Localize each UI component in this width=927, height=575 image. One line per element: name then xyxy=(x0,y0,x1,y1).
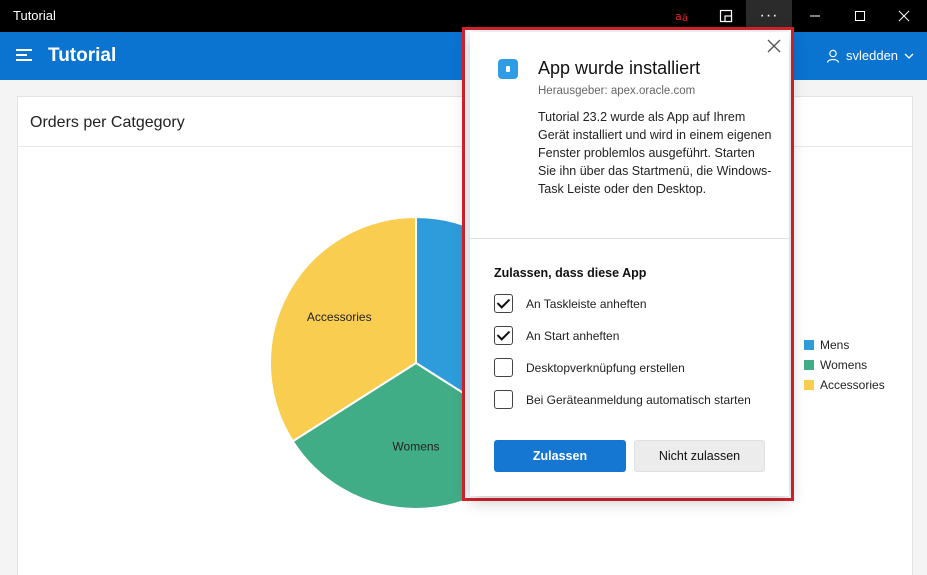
user-name: svledden xyxy=(846,48,899,63)
slice-label-accessories: Accessories xyxy=(307,310,372,324)
window-title: Tutorial xyxy=(13,8,56,23)
close-window-button[interactable] xyxy=(881,0,927,32)
option-label: Desktopverknüpfung erstellen xyxy=(526,360,685,375)
desktop-shortcut-checkbox[interactable] xyxy=(494,358,513,377)
allow-heading: Zulassen, dass diese App xyxy=(494,266,647,280)
maximize-icon xyxy=(855,11,865,21)
app-icon xyxy=(498,59,518,79)
dialog-close-icon[interactable] xyxy=(766,38,782,54)
dialog-title: App wurde installiert xyxy=(538,58,701,78)
close-icon xyxy=(898,10,910,22)
option-label: Bei Geräteanmeldung automatisch starten xyxy=(526,392,751,407)
legend-label: Mens xyxy=(820,338,850,352)
legend-swatch xyxy=(804,380,814,390)
more-icon: ··· xyxy=(759,7,779,24)
dialog-body: Tutorial 23.2 wurde als App auf Ihrem Ge… xyxy=(538,110,772,196)
option-autostart[interactable]: Bei Geräteanmeldung automatisch starten xyxy=(494,390,751,409)
legend-item-mens[interactable]: Mens xyxy=(804,335,885,355)
option-start[interactable]: An Start anheften xyxy=(494,326,619,345)
option-label: An Taskleiste anheften xyxy=(526,296,647,311)
legend-label: Womens xyxy=(820,358,868,372)
option-desktop-shortcut[interactable]: Desktopverknüpfung erstellen xyxy=(494,358,685,377)
legend-item-womens[interactable]: Womens xyxy=(804,355,885,375)
svg-text:a: a xyxy=(675,10,682,23)
deny-button[interactable]: Nicht zulassen xyxy=(634,440,765,472)
chevron-down-icon xyxy=(904,53,914,59)
svg-text:ä: ä xyxy=(682,13,688,24)
maximize-button[interactable] xyxy=(837,0,883,32)
minimize-button[interactable] xyxy=(792,0,838,32)
legend-swatch xyxy=(804,360,814,370)
start-checkbox[interactable] xyxy=(494,326,513,345)
minimize-icon xyxy=(810,15,820,17)
user-menu[interactable]: svledden xyxy=(826,48,914,63)
chart-legend: Mens Womens Accessories xyxy=(804,335,885,395)
option-label: An Start anheften xyxy=(526,328,620,343)
app-title[interactable]: Tutorial xyxy=(48,45,116,67)
taskbar-checkbox[interactable] xyxy=(494,294,513,313)
autostart-checkbox[interactable] xyxy=(494,390,513,409)
app-installed-dialog: App wurde installiert Herausgeber: apex.… xyxy=(470,32,789,496)
menu-icon[interactable] xyxy=(15,48,33,62)
option-taskbar[interactable]: An Taskleiste anheften xyxy=(494,294,647,313)
legend-item-accessories[interactable]: Accessories xyxy=(804,375,885,395)
legend-label: Accessories xyxy=(820,378,885,392)
dialog-publisher: Herausgeber: apex.oracle.com xyxy=(538,85,696,97)
legend-swatch xyxy=(804,340,814,350)
dialog-divider xyxy=(470,238,789,239)
allow-button[interactable]: Zulassen xyxy=(494,440,626,472)
slice-label-womens: Womens xyxy=(392,440,439,454)
user-icon xyxy=(826,49,840,63)
